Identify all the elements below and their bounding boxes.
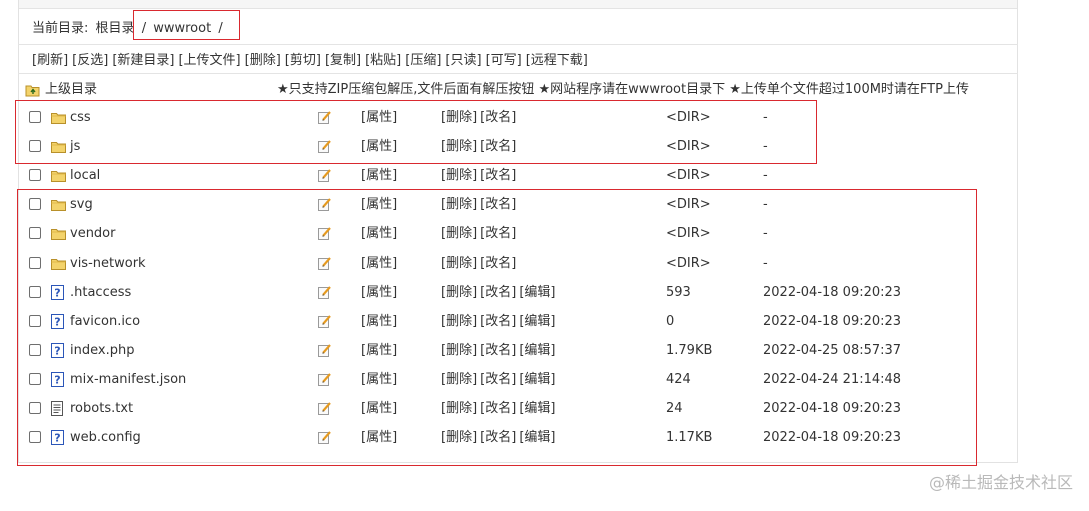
toolbar-button[interactable]: [可写] — [486, 53, 522, 68]
properties-link[interactable]: [属性] — [361, 165, 397, 187]
toolbar-button[interactable]: [剪切] — [285, 53, 321, 68]
file-name-link[interactable]: local — [70, 165, 100, 187]
highlight-box-css-js — [15, 100, 817, 164]
file-row: local [属性] [删除] [改名] <DIR> - — [0, 165, 1000, 187]
divider — [18, 44, 1018, 45]
toolbar-button[interactable]: [新建目录] — [112, 53, 174, 68]
select-checkbox[interactable] — [29, 169, 41, 181]
parent-dir-label[interactable]: 上级目录 — [45, 80, 97, 100]
toolbar-button[interactable]: [粘贴] — [365, 53, 401, 68]
toolbar-button[interactable]: [只读] — [445, 53, 481, 68]
highlight-box-files — [17, 189, 977, 466]
upload-notice: ★只支持ZIP压缩包解压,文件后面有解压按钮 ★网站程序请在wwwroot目录下… — [277, 82, 969, 97]
file-date: - — [763, 168, 768, 183]
divider — [18, 73, 1018, 74]
toolbar: [刷新] [反选] [新建目录] [上传文件] [删除] [剪切] [复制] [粘贴] [压缩]… — [32, 51, 592, 71]
file-actions: [删除] [改名] — [441, 165, 519, 187]
edit-pencil-icon[interactable] — [318, 168, 332, 182]
path-highlight-box — [133, 10, 240, 40]
toolbar-button[interactable]: [刷新] — [32, 53, 68, 68]
path-label: 当前目录: — [32, 21, 89, 36]
toolbar-button[interactable]: [上传文件] — [178, 53, 240, 68]
rename-link[interactable]: [改名] — [480, 168, 516, 183]
folder-icon — [51, 168, 66, 182]
delete-link[interactable]: [删除] — [441, 168, 477, 183]
toolbar-button[interactable]: [远程下载] — [526, 53, 588, 68]
toolbar-button[interactable]: [删除] — [245, 53, 281, 68]
toolbar-button[interactable]: [压缩] — [405, 53, 441, 68]
toolbar-button[interactable]: [复制] — [325, 53, 361, 68]
up-folder-icon — [25, 85, 40, 97]
file-size: <DIR> — [666, 168, 711, 183]
parent-dir-link[interactable]: 上级目录 — [25, 80, 97, 100]
toolbar-button[interactable]: [反选] — [72, 53, 108, 68]
path-root-link[interactable]: 根目录 — [96, 21, 135, 36]
watermark: @稀土掘金技术社区 — [928, 473, 1073, 492]
